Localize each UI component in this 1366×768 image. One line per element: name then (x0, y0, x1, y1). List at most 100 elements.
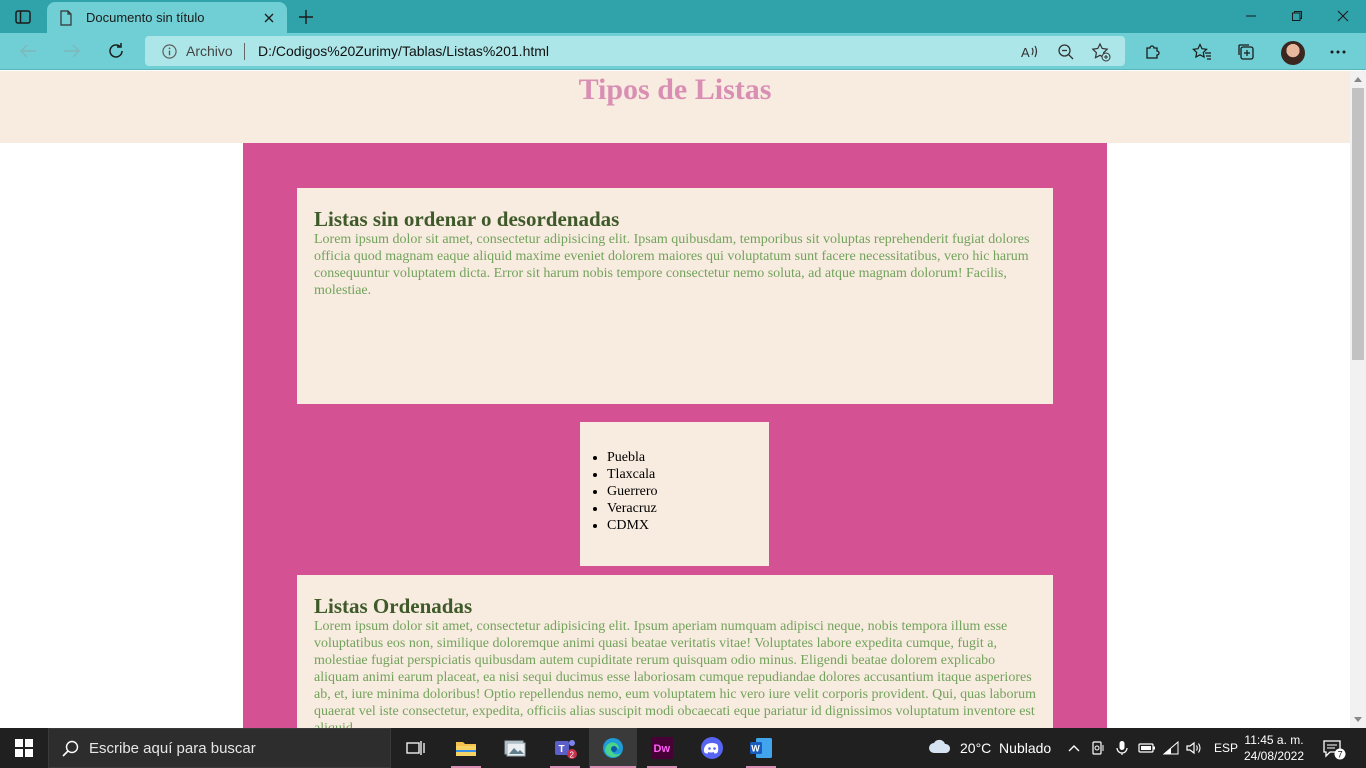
page-title: Tipos de Listas (578, 73, 772, 106)
puzzle-icon (1146, 45, 1160, 59)
browser-tab-active[interactable]: Documento sin título (47, 2, 287, 33)
unordered-section: Listas sin ordenar o desordenadas Lorem … (297, 188, 1053, 404)
start-button[interactable] (0, 728, 48, 768)
language-indicator[interactable]: ESP (1214, 741, 1238, 755)
folder-icon (456, 742, 476, 756)
discord-icon (701, 737, 723, 759)
list-box: Puebla Tlaxcala Guerrero Veracruz CDMX (580, 422, 769, 566)
refresh-icon (109, 43, 123, 58)
new-tab-button[interactable] (295, 6, 317, 28)
device-icon[interactable] (1090, 740, 1106, 756)
cloud-icon[interactable] (928, 737, 952, 757)
tab-actions-icon (15, 10, 31, 24)
restore-button[interactable] (1277, 4, 1317, 28)
microphone-icon[interactable] (1114, 740, 1130, 756)
scheme-label: Archivo (186, 43, 233, 59)
svg-text:W: W (751, 744, 760, 754)
state-list: Puebla Tlaxcala Guerrero Veracruz CDMX (607, 449, 769, 534)
scroll-up-arrow-icon[interactable] (1354, 77, 1362, 82)
dreamweaver-icon: Dw (651, 737, 673, 759)
photos-app[interactable] (491, 728, 539, 768)
section-heading: Listas sin ordenar o desordenadas (314, 207, 620, 231)
plus-icon (299, 10, 313, 24)
vertical-scrollbar[interactable] (1350, 71, 1366, 728)
file-explorer-app[interactable] (442, 728, 490, 768)
word-icon: W (750, 738, 772, 758)
address-bar[interactable]: Archivo D:/Codigos%20Zurimy/Tablas/Lista… (145, 36, 1125, 66)
section-paragraph: Lorem ipsum dolor sit amet, consectetur … (314, 232, 1030, 298)
minimize-button[interactable] (1231, 4, 1271, 28)
main-container: Listas sin ordenar o desordenadas Lorem … (243, 143, 1107, 728)
arrow-right-icon (64, 44, 81, 58)
clock-date: 24/08/2022 (1243, 749, 1305, 763)
word-app[interactable]: W (737, 728, 785, 768)
weather-label[interactable]: 20°C Nublado (960, 740, 1051, 756)
ordered-section: Listas Ordenadas Lorem ipsum dolor sit a… (297, 575, 1053, 728)
svg-text:T: T (559, 744, 565, 755)
arrow-left-icon (19, 44, 36, 58)
favorites-icon (1192, 43, 1211, 60)
settings-more-button[interactable] (1326, 40, 1350, 64)
windows-logo-icon (15, 739, 33, 757)
list-item: Veracruz (607, 500, 769, 517)
forward-button[interactable] (59, 39, 85, 63)
svg-text:Dw: Dw (654, 743, 671, 755)
divider (244, 43, 245, 60)
notifications-icon[interactable]: 7 (1322, 738, 1346, 760)
section-heading: Listas Ordenadas (314, 594, 473, 618)
close-window-button[interactable] (1323, 4, 1363, 28)
tab-title: Documento sin título (86, 10, 205, 25)
info-icon[interactable] (162, 44, 177, 59)
close-tab-icon[interactable] (261, 10, 277, 26)
refresh-button[interactable] (103, 39, 129, 63)
list-item: Guerrero (607, 483, 769, 500)
teams-badge-count: 2 (570, 751, 575, 760)
search-icon (62, 740, 79, 757)
taskbar-search[interactable]: Escribe aquí para buscar (48, 728, 391, 768)
tab-actions-button[interactable] (9, 6, 37, 28)
list-item: CDMX (607, 517, 769, 534)
page-viewport: Tipos de Listas Listas sin ordenar o des… (0, 71, 1350, 728)
task-view-icon (406, 741, 425, 755)
collections-button[interactable] (1234, 40, 1258, 64)
scrollbar-thumb[interactable] (1352, 88, 1364, 360)
close-icon (1337, 10, 1349, 22)
list-item: Tlaxcala (607, 466, 769, 483)
teams-app[interactable]: T2 (541, 728, 589, 768)
edge-app[interactable] (589, 728, 637, 768)
collections-icon (1238, 44, 1254, 60)
minimize-icon (1246, 15, 1256, 17)
image-icon (504, 740, 526, 757)
favorites-button[interactable] (1190, 40, 1214, 64)
zoom-out-icon[interactable] (1056, 42, 1076, 62)
task-view-button[interactable] (392, 728, 440, 768)
scroll-down-arrow-icon[interactable] (1354, 717, 1362, 722)
add-favorite-icon[interactable] (1091, 42, 1111, 62)
browser-toolbar: Archivo D:/Codigos%20Zurimy/Tablas/Lista… (0, 33, 1366, 70)
extensions-button[interactable] (1141, 40, 1165, 64)
document-icon (60, 9, 72, 26)
section-paragraph: Lorem ipsum dolor sit amet, consectetur … (314, 619, 1036, 728)
profile-avatar[interactable] (1281, 41, 1305, 65)
clock[interactable]: 11:45 a. m. 24/08/2022 (1240, 732, 1308, 764)
battery-icon[interactable] (1138, 741, 1156, 755)
page-header: Tipos de Listas (0, 71, 1350, 143)
back-button[interactable] (15, 39, 41, 63)
svg-text:A: A (1021, 45, 1030, 60)
edge-icon (603, 738, 623, 758)
more-icon (1330, 50, 1346, 54)
url-text[interactable]: D:/Codigos%20Zurimy/Tablas/Listas%201.ht… (258, 43, 549, 59)
browser-tab-bar: Documento sin título (0, 0, 1366, 33)
discord-app[interactable] (688, 728, 736, 768)
volume-icon[interactable] (1185, 740, 1203, 756)
read-aloud-icon[interactable]: A (1020, 42, 1040, 62)
dreamweaver-app[interactable]: Dw (638, 728, 686, 768)
chevron-up-icon[interactable] (1066, 741, 1082, 755)
notifications-count: 7 (1338, 749, 1343, 759)
restore-icon (1292, 11, 1302, 21)
list-item: Puebla (607, 449, 769, 466)
taskbar: Escribe aquí para buscar T2 Dw W 20°C Nu… (0, 728, 1366, 768)
teams-icon: T2 (555, 740, 577, 760)
clock-time: 11:45 a. m. (1244, 733, 1304, 747)
wifi-icon[interactable] (1162, 740, 1180, 756)
